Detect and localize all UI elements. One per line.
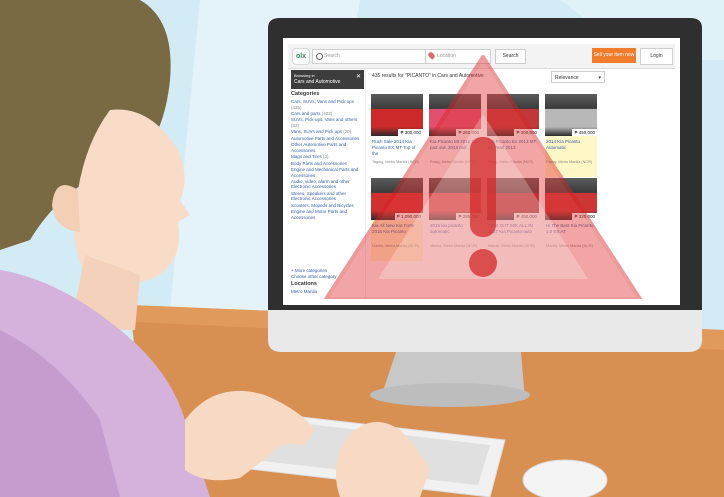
monitor-base [370,383,530,407]
location-filter-value[interactable]: Metro Manila [291,289,317,295]
categories-heading: Categories [291,91,320,97]
mouse [522,459,608,497]
locations-heading: Locations [291,281,317,287]
site-logo[interactable]: olx [292,48,310,65]
warning-triangle-icon [324,55,642,299]
olx-search-results-page: olx Search Location Search Sell your ite… [288,44,675,299]
browsing-label: Browsing in [294,73,315,78]
monitor-chin [268,310,702,352]
